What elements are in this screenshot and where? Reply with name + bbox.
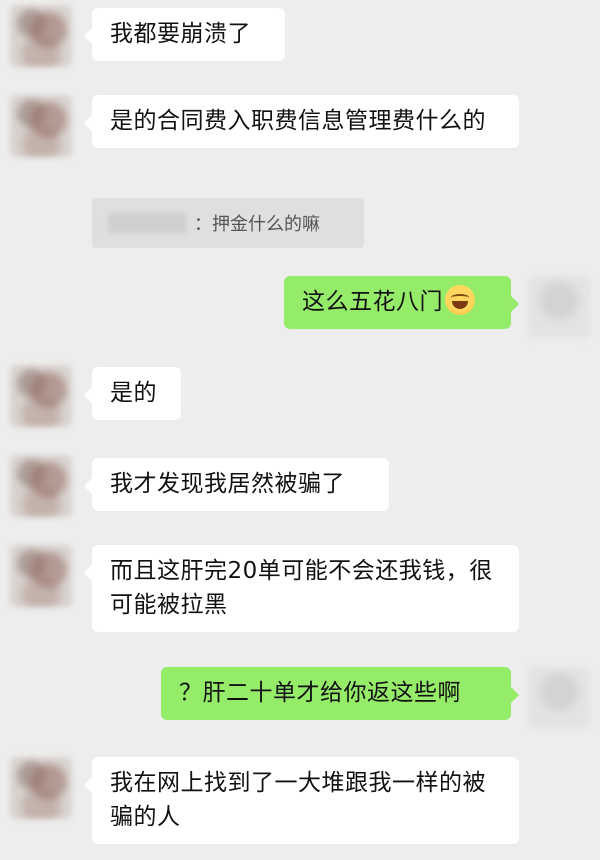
quoted-text: 押金什么的嘛 <box>212 214 320 235</box>
contact-avatar[interactable] <box>10 95 72 157</box>
message-text: 我都要崩溃了 <box>110 21 251 47</box>
contact-avatar[interactable] <box>10 365 72 427</box>
my-avatar[interactable] <box>528 276 590 338</box>
message-text: ？肝二十单才给你返这些啊 <box>179 680 461 706</box>
quoted-message[interactable]: ： 押金什么的嘛 <box>92 198 364 248</box>
contact-avatar[interactable] <box>10 757 72 819</box>
message-bubble-outgoing[interactable]: 这么五花八门 <box>284 276 519 329</box>
face-with-tears-of-joy-icon <box>445 285 475 315</box>
message-bubble-incoming[interactable]: 我都要崩溃了 <box>84 8 285 61</box>
message-bubble-incoming[interactable]: 是的合同费入职费信息管理费什么的 <box>84 95 519 148</box>
contact-avatar[interactable] <box>10 545 72 607</box>
message-text: 而且这肝完20单可能不会还我钱，很可能被拉黑 <box>110 558 493 618</box>
message-bubble-incoming[interactable]: 我在网上找到了一大堆跟我一样的被骗的人 <box>84 757 519 844</box>
message-text: 是的 <box>110 380 157 406</box>
chat-area: 我都要崩溃了 是的合同费入职费信息管理费什么的 ： 押金什么的嘛 这么五花八门 … <box>0 0 600 860</box>
message-text: 我才发现我居然被骗了 <box>110 471 345 497</box>
message-bubble-outgoing[interactable]: ？肝二十单才给你返这些啊 <box>161 667 519 720</box>
quote-separator: ： <box>194 214 212 235</box>
quoted-sender-name <box>108 213 186 233</box>
message-text: 我在网上找到了一大堆跟我一样的被骗的人 <box>110 770 486 830</box>
message-bubble-incoming[interactable]: 而且这肝完20单可能不会还我钱，很可能被拉黑 <box>84 545 519 632</box>
contact-avatar[interactable] <box>10 455 72 517</box>
message-text: 是的合同费入职费信息管理费什么的 <box>110 108 486 134</box>
my-avatar[interactable] <box>528 667 590 729</box>
message-bubble-incoming[interactable]: 是的 <box>84 367 181 420</box>
message-text: 这么五花八门 <box>302 289 443 315</box>
message-bubble-incoming[interactable]: 我才发现我居然被骗了 <box>84 458 389 511</box>
contact-avatar[interactable] <box>10 5 72 67</box>
